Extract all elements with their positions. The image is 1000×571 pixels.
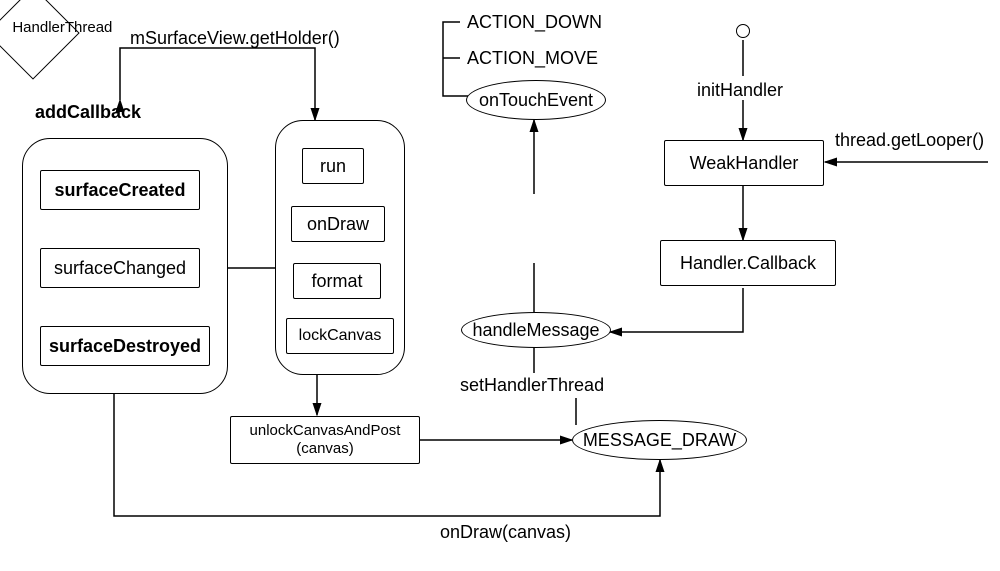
handlerthread-diamond: HandlerThread — [0, 0, 80, 80]
addcallback-label: addCallback — [35, 102, 141, 123]
ondraw-text: onDraw — [307, 214, 369, 235]
run-box: run — [302, 148, 364, 184]
format-box: format — [293, 263, 381, 299]
ontouchevent-text: onTouchEvent — [479, 90, 593, 111]
handlercallback-box: Handler.Callback — [660, 240, 836, 286]
weakhandler-text: WeakHandler — [690, 153, 799, 174]
action-move-label: ACTION_MOVE — [467, 48, 598, 69]
surfacedestroyed-box: surfaceDestroyed — [40, 326, 210, 366]
run-text: run — [320, 156, 346, 177]
lockcanvas-box: lockCanvas — [286, 318, 394, 354]
unlockcanvas-box: unlockCanvasAndPost (canvas) — [230, 416, 420, 464]
weakhandler-box: WeakHandler — [664, 140, 824, 186]
messagedraw-ellipse: MESSAGE_DRAW — [572, 420, 747, 460]
format-text: format — [311, 271, 362, 292]
handlemessage-ellipse: handleMessage — [461, 312, 611, 348]
start-circle — [736, 24, 750, 38]
messagedraw-text: MESSAGE_DRAW — [583, 430, 736, 451]
surfacecreated-box: surfaceCreated — [40, 170, 200, 210]
unlockcanvas-text1: unlockCanvasAndPost — [250, 422, 401, 440]
surfacechanged-text: surfaceChanged — [54, 258, 186, 279]
handlemessage-text: handleMessage — [472, 320, 599, 341]
ondraw-box: onDraw — [291, 206, 385, 242]
unlockcanvas-text2: (canvas) — [296, 440, 354, 458]
getlooper-label: thread.getLooper() — [835, 130, 984, 151]
handlerthread-text: HandlerThread — [12, 19, 112, 36]
sethandlerthread-label: setHandlerThread — [460, 375, 604, 396]
surfacechanged-box: surfaceChanged — [40, 248, 200, 288]
ondrawcanvas-label: onDraw(canvas) — [440, 522, 571, 543]
inithandler-label: initHandler — [697, 80, 783, 101]
ontouchevent-ellipse: onTouchEvent — [466, 80, 606, 120]
lockcanvas-text: lockCanvas — [299, 327, 382, 345]
surfacedestroyed-text: surfaceDestroyed — [49, 336, 201, 357]
handlercallback-text: Handler.Callback — [680, 253, 816, 274]
getholder-label: mSurfaceView.getHolder() — [130, 28, 340, 49]
surfacecreated-text: surfaceCreated — [54, 180, 185, 201]
action-down-label: ACTION_DOWN — [467, 12, 602, 33]
